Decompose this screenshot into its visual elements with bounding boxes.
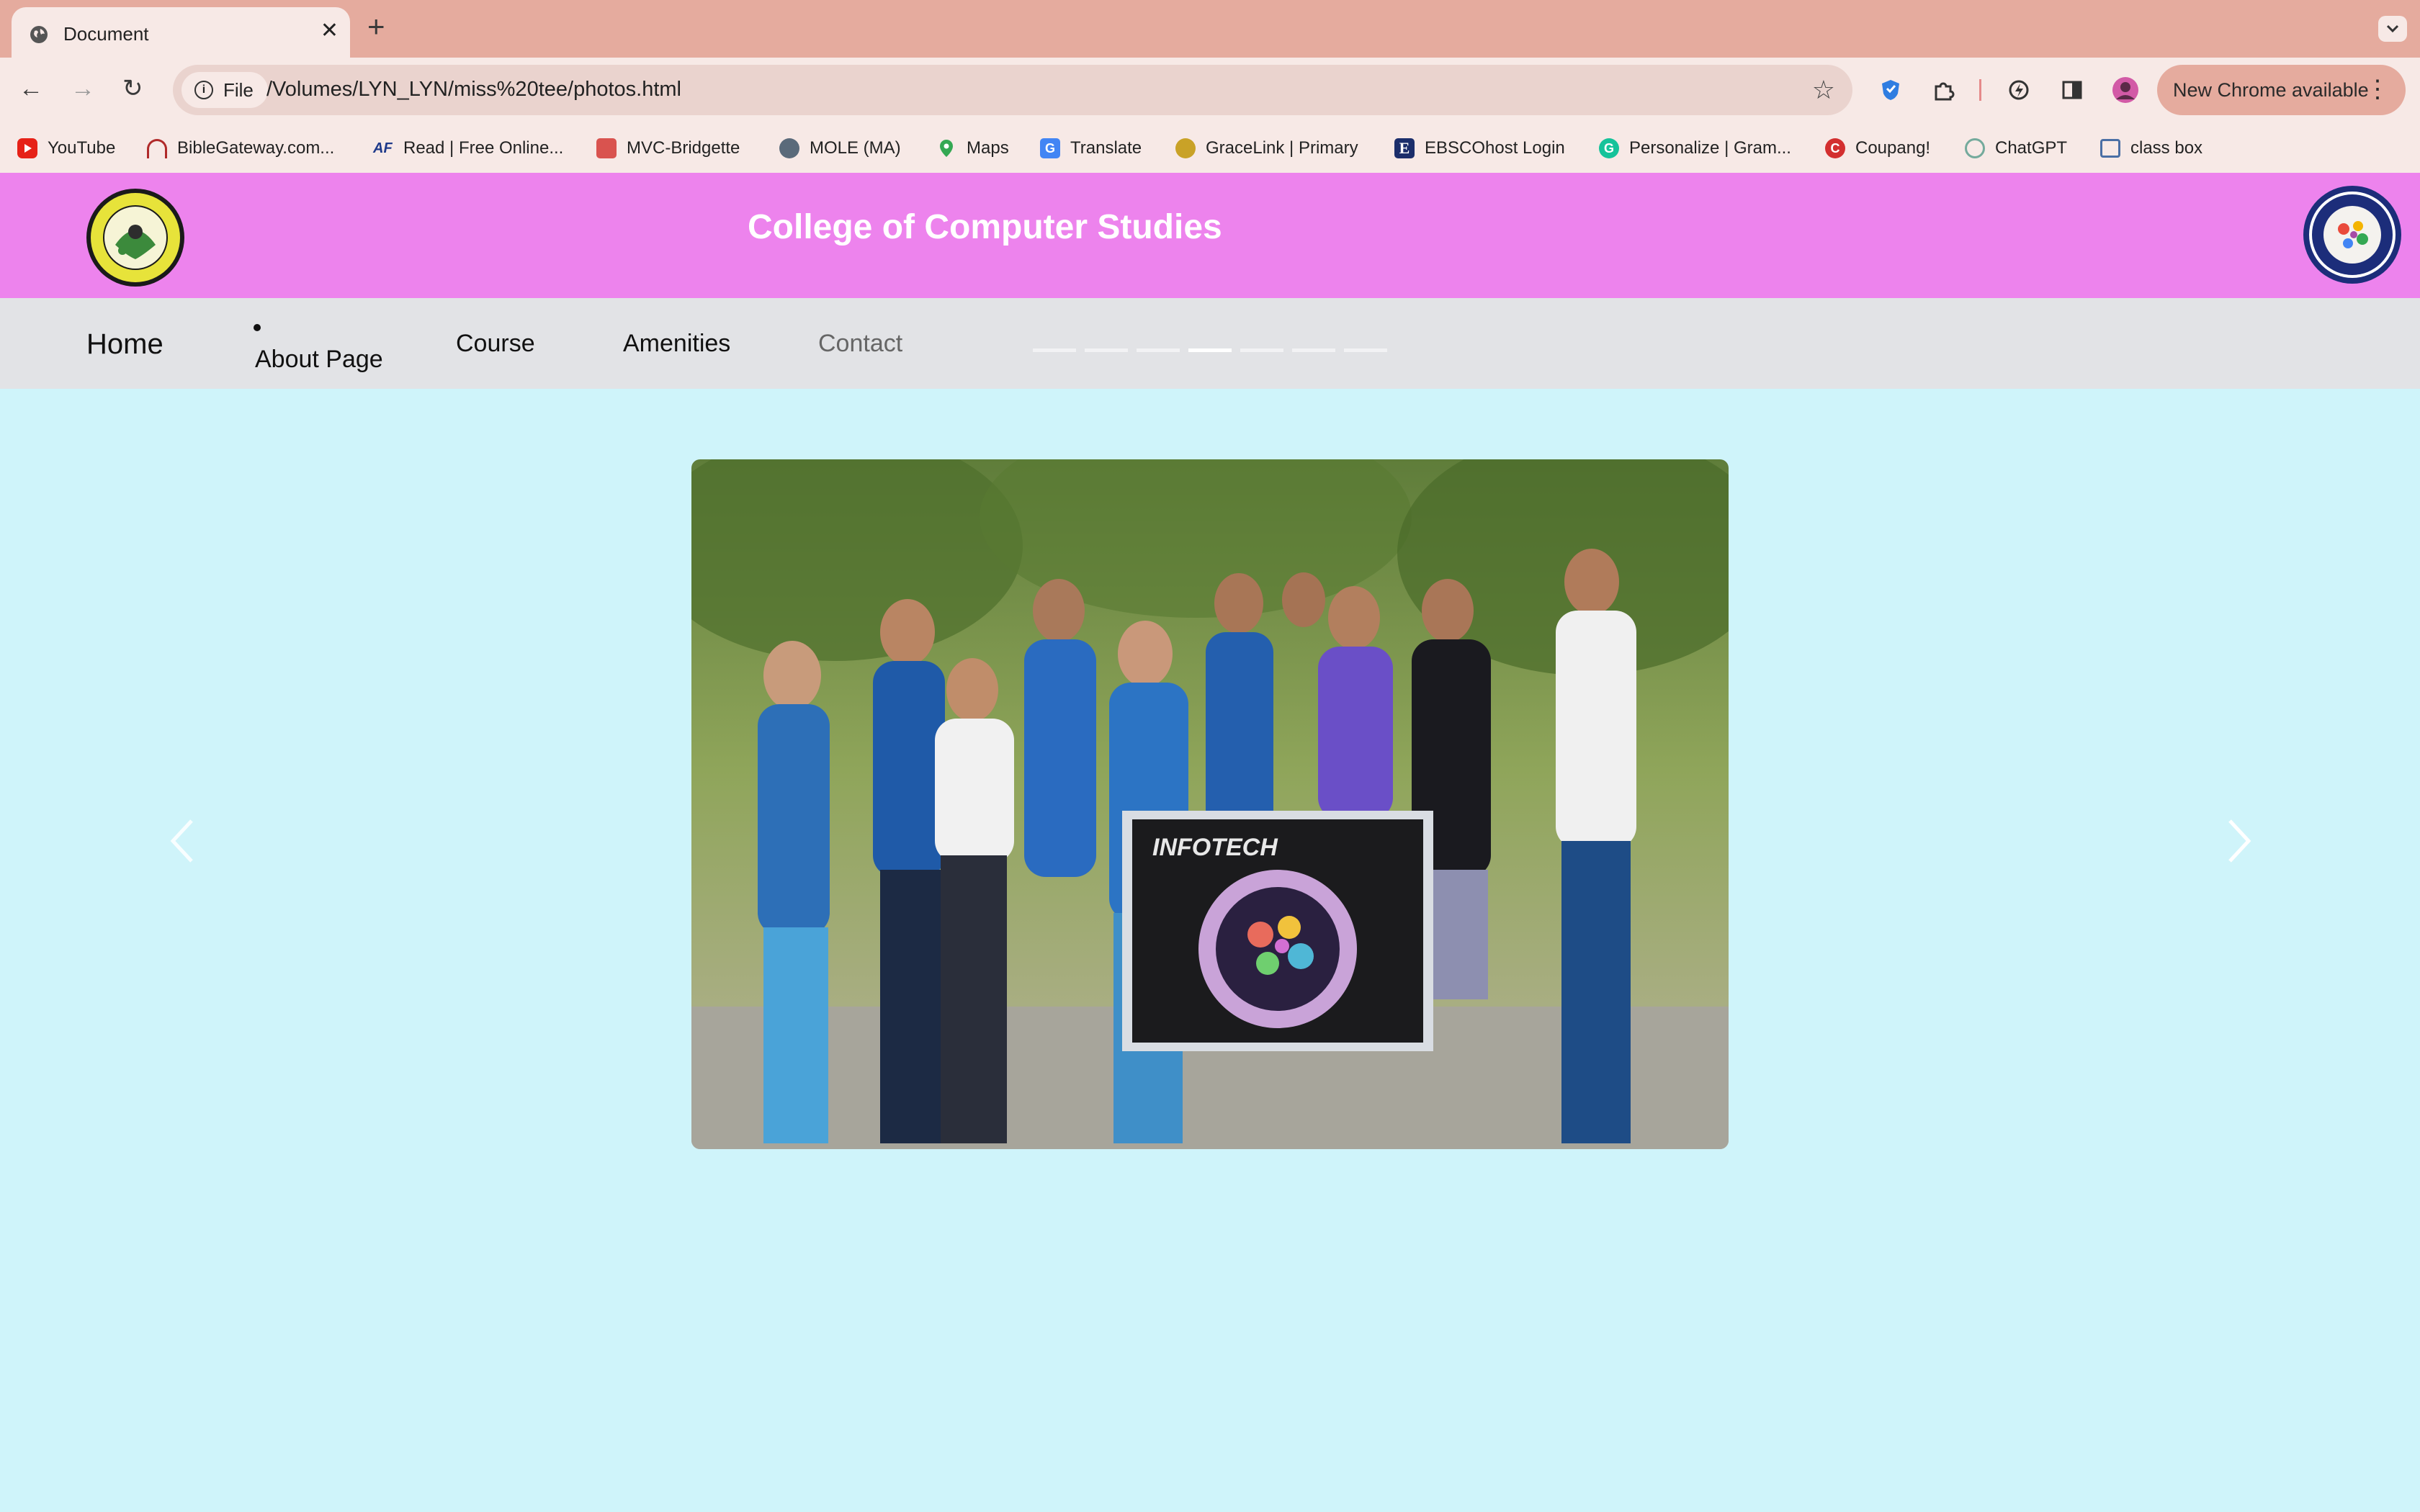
site-header: College of Computer Studies — [0, 173, 2420, 298]
group-photo-image: INFOTECH — [691, 459, 1729, 1149]
gracelink-icon — [1175, 138, 1196, 158]
bookmark-label: BibleGateway.com... — [177, 138, 335, 158]
bookmark-chatgpt[interactable]: ChatGPT — [1965, 137, 2067, 160]
bookmark-label: EBSCOhost Login — [1425, 138, 1565, 158]
bookmark-gracelink[interactable]: GraceLink | Primary — [1175, 137, 1358, 160]
back-arrow-icon[interactable]: ← — [19, 76, 43, 101]
new-tab-icon[interactable]: + — [367, 12, 385, 42]
browser-toolbar: ← → ↻ i File /Volumes/LYN_LYN/miss%20tee… — [0, 58, 2420, 122]
bookmark-label: Personalize | Gram... — [1629, 138, 1791, 158]
site-title: College of Computer Studies — [748, 208, 1222, 246]
bookmark-mvc-bridgette[interactable]: MVC-Bridgette — [596, 137, 740, 160]
bookmark-ebscohost[interactable]: E EBSCOhost Login — [1394, 137, 1565, 160]
bookmark-translate[interactable]: G Translate — [1040, 137, 1142, 160]
chevron-down-icon — [2386, 24, 2399, 33]
ebsco-icon: E — [1394, 138, 1415, 158]
chatgpt-icon — [1965, 138, 1985, 158]
bookmarks-bar: YouTube BibleGateway.com... AF Read | Fr… — [0, 122, 2420, 173]
address-bar[interactable]: i File /Volumes/LYN_LYN/miss%20tee/photo… — [173, 65, 1852, 115]
bookmark-youtube[interactable]: YouTube — [17, 137, 115, 160]
bookmark-label: MOLE (MA) — [810, 138, 901, 158]
globe-icon — [30, 26, 48, 43]
url-text[interactable]: /Volumes/LYN_LYN/miss%20tee/photos.html — [266, 78, 681, 102]
nav-bullet-dot — [254, 324, 261, 331]
update-label: New Chrome available — [2173, 79, 2369, 101]
bookmark-label: GraceLink | Primary — [1206, 138, 1358, 158]
classbox-icon — [2100, 139, 2120, 158]
info-icon: i — [194, 81, 213, 99]
forward-arrow-icon[interactable]: → — [71, 76, 95, 101]
bookmark-star-icon[interactable]: ☆ — [1812, 75, 1835, 105]
close-tab-icon[interactable]: ✕ — [321, 20, 339, 42]
browser-tab[interactable]: Document ✕ — [12, 7, 350, 58]
tab-search-button[interactable] — [2378, 16, 2407, 42]
side-panel-icon[interactable] — [2060, 78, 2084, 102]
banner-title: INFOTECH — [1152, 834, 1278, 861]
bookmark-label: Coupang! — [1855, 138, 1931, 158]
carousel-indicator[interactable] — [1292, 348, 1335, 352]
profile-avatar[interactable] — [2112, 76, 2139, 104]
extension-shield-icon[interactable] — [1878, 78, 1903, 102]
nav-home-link[interactable]: Home — [86, 328, 163, 361]
bookmark-label: Translate — [1070, 138, 1142, 158]
carousel-prev-arrow-icon[interactable] — [163, 812, 206, 870]
biblegateway-icon — [147, 138, 167, 158]
carousel-indicator[interactable] — [1240, 348, 1283, 352]
carousel-indicator[interactable] — [1033, 348, 1076, 352]
bookmark-label: Read | Free Online... — [403, 138, 564, 158]
bookmark-label: MVC-Bridgette — [627, 138, 740, 158]
ccs-seal-logo — [2303, 186, 2401, 284]
youtube-icon — [17, 138, 37, 158]
tab-title: Document — [63, 23, 149, 45]
bookmark-label: Maps — [967, 138, 1009, 158]
bookmark-label: class box — [2130, 138, 2203, 158]
af-icon: AF — [373, 140, 393, 156]
bookmark-mole[interactable]: MOLE (MA) — [779, 137, 901, 160]
bookmark-maps[interactable]: Maps — [936, 137, 1009, 160]
bookmark-coupang[interactable]: C Coupang! — [1825, 137, 1930, 160]
carousel-next-arrow-icon[interactable] — [2217, 812, 2260, 870]
maps-pin-icon — [940, 140, 953, 157]
university-seal-logo — [86, 189, 184, 287]
toolbar-divider — [1979, 79, 1981, 101]
mole-icon — [779, 138, 799, 158]
site-info-chip[interactable]: i File — [182, 72, 268, 108]
carousel-indicator[interactable] — [1344, 348, 1387, 352]
bookmark-label: YouTube — [48, 138, 116, 158]
puzzle-extensions-icon[interactable] — [1932, 78, 1956, 102]
nav-about-link[interactable]: About Page — [255, 346, 383, 374]
carousel-indicator-active[interactable] — [1188, 348, 1232, 352]
reload-icon[interactable]: ↻ — [122, 76, 143, 101]
grammarly-icon: G — [1599, 138, 1619, 158]
carousel-indicator[interactable] — [1085, 348, 1128, 352]
carousel-slide-image: INFOTECH — [691, 459, 1729, 1149]
coupang-icon: C — [1825, 138, 1845, 158]
nav-amenities-link[interactable]: Amenities — [623, 330, 730, 358]
translate-icon: G — [1040, 138, 1060, 158]
scheme-label: File — [223, 79, 254, 101]
carousel-indicator[interactable] — [1137, 348, 1180, 352]
bookmark-read-free-online[interactable]: AF Read | Free Online... — [373, 137, 563, 160]
performance-icon[interactable] — [2007, 78, 2031, 102]
bookmark-class-box[interactable]: class box — [2100, 137, 2202, 160]
bookmark-grammarly[interactable]: G Personalize | Gram... — [1599, 137, 1791, 160]
site-navbar: Home About Page Course Amenities Contact — [0, 298, 2420, 389]
bookmark-label: ChatGPT — [1995, 138, 2068, 158]
nav-course-link[interactable]: Course — [456, 330, 535, 358]
chrome-update-button[interactable]: New Chrome available ⋮ — [2157, 65, 2406, 115]
kebab-menu-icon[interactable]: ⋮ — [2365, 75, 2390, 104]
infotech-banner: INFOTECH — [1122, 811, 1433, 1051]
nav-contact-link[interactable]: Contact — [818, 330, 902, 358]
bookmark-biblegateway[interactable]: BibleGateway.com... — [147, 137, 334, 160]
mvc-icon — [596, 138, 617, 158]
tab-strip: Document ✕ + — [0, 0, 2420, 58]
